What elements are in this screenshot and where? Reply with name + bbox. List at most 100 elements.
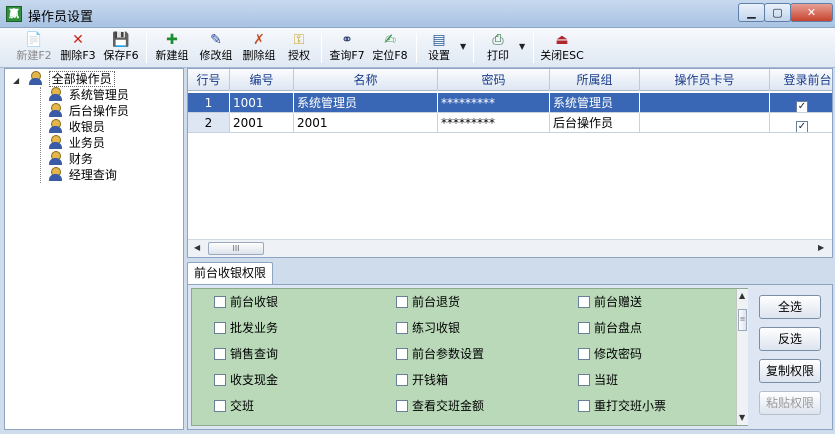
table-row[interactable]: 2 2001 2001 ********* 后台操作员 ✓ — [188, 113, 832, 133]
select-all-button[interactable]: 全选 — [759, 295, 821, 319]
permission-checkbox[interactable] — [214, 322, 226, 334]
delete-button[interactable]: ✕ 删除F3 — [58, 30, 98, 66]
col-header-name[interactable]: 名称 — [294, 69, 438, 91]
new-group-button[interactable]: ✚ 新建组 — [152, 30, 192, 66]
user-icon — [47, 103, 65, 117]
permission-item[interactable]: 前台参数设置 — [396, 345, 484, 363]
permission-label: 批发业务 — [230, 321, 279, 335]
scroll-up-arrow-icon[interactable]: ▲ — [739, 291, 745, 300]
close-button[interactable]: ⏏ 关闭ESC — [540, 30, 584, 66]
permission-checkbox[interactable] — [578, 296, 590, 308]
settings-window-icon: ▤ — [432, 32, 446, 48]
permission-checkbox[interactable] — [396, 400, 408, 412]
permission-item[interactable]: 前台收银 — [214, 293, 278, 311]
tab-pos-cashier-permissions[interactable]: 前台收银权限 — [187, 262, 273, 284]
permission-item[interactable]: 当班 — [578, 371, 618, 389]
col-header-login[interactable]: 登录前台 — [770, 69, 832, 91]
permission-label: 前台赠送 — [594, 295, 643, 309]
col-header-group[interactable]: 所属组 — [550, 69, 640, 91]
invert-selection-button[interactable]: 反选 — [759, 327, 821, 351]
permission-item[interactable]: 查看交班金额 — [396, 397, 484, 415]
permission-checkbox[interactable] — [578, 348, 590, 360]
settings-button[interactable]: ▤ 设置 — [424, 30, 454, 66]
close-window-button[interactable]: ✕ — [790, 3, 833, 22]
permission-checkbox[interactable] — [214, 348, 226, 360]
permission-checkbox[interactable] — [396, 322, 408, 334]
col-header-password[interactable]: 密码 — [438, 69, 550, 91]
window-title: 操作员设置 — [28, 10, 94, 25]
operator-tree: ◢ 全部操作员 系统管理员 后台操作员 收银员 业务员 财务 经理查询 — [4, 68, 184, 430]
query-button[interactable]: ⚭ 查询F7 — [327, 30, 367, 66]
new-button[interactable]: 📄 新建F2 — [14, 30, 54, 66]
group-people-icon — [27, 71, 45, 85]
print-dropdown-arrow-icon[interactable]: ▼ — [519, 42, 525, 51]
permission-checkbox[interactable] — [396, 374, 408, 386]
toolbar-separator — [473, 33, 474, 63]
permission-item[interactable]: 销售查询 — [214, 345, 278, 363]
horizontal-scrollbar[interactable]: ◀ III ▶ — [188, 239, 832, 257]
minimize-button[interactable]: ▁ — [738, 3, 765, 22]
col-header-card[interactable]: 操作员卡号 — [640, 69, 770, 91]
permission-checkbox[interactable] — [578, 374, 590, 386]
print-button[interactable]: ⎙ 打印 — [484, 30, 512, 66]
login-checkbox[interactable]: ✓ — [796, 121, 808, 132]
permission-item[interactable]: 交班 — [214, 397, 254, 415]
vertical-scrollbar[interactable]: ▲ ≡ ▼ — [736, 289, 748, 425]
collapse-triangle-icon[interactable]: ◢ — [13, 73, 23, 89]
grid-header: 行号 编号 名称 密码 所属组 操作员卡号 登录前台 — [188, 69, 832, 91]
scroll-right-arrow-icon[interactable]: ▶ — [818, 243, 824, 252]
exit-door-icon: ⏏ — [555, 32, 569, 48]
scroll-down-arrow-icon[interactable]: ▼ — [739, 413, 745, 422]
col-header-rownum[interactable]: 行号 — [188, 69, 230, 91]
key-icon: ⚿ — [293, 32, 305, 48]
permission-label: 前台退货 — [412, 295, 461, 309]
permission-checkbox[interactable] — [578, 400, 590, 412]
permission-item[interactable]: 重打交班小票 — [578, 397, 666, 415]
permission-label: 销售查询 — [230, 347, 279, 361]
save-button[interactable]: 💾 保存F6 — [101, 30, 141, 66]
permission-label: 重打交班小票 — [594, 399, 667, 413]
tree-item-manager-query[interactable]: 经理查询 — [47, 167, 117, 183]
scroll-thumb[interactable]: III — [208, 242, 264, 255]
paste-permissions-button[interactable]: 粘贴权限 — [759, 391, 821, 415]
permission-label: 收支现金 — [230, 373, 279, 387]
permission-item[interactable]: 前台盘点 — [578, 319, 642, 337]
permission-checkbox[interactable] — [578, 322, 590, 334]
tree-item-backend-operator[interactable]: 后台操作员 — [47, 103, 129, 119]
scroll-left-arrow-icon[interactable]: ◀ — [194, 243, 200, 252]
new-document-icon: 📄 — [25, 32, 43, 48]
permission-item[interactable]: 批发业务 — [214, 319, 278, 337]
permission-checkbox[interactable] — [396, 348, 408, 360]
tree-item-system-admin[interactable]: 系统管理员 — [47, 87, 129, 103]
permission-item[interactable]: 收支现金 — [214, 371, 278, 389]
permission-item[interactable]: 前台退货 — [396, 293, 460, 311]
permission-checkbox[interactable] — [214, 400, 226, 412]
delete-group-button[interactable]: ✗ 删除组 — [239, 30, 279, 66]
tree-root-all-operators[interactable]: ◢ 全部操作员 — [13, 71, 115, 87]
permission-checkbox[interactable] — [214, 374, 226, 386]
settings-dropdown-arrow-icon[interactable]: ▼ — [460, 42, 466, 51]
permission-item[interactable]: 练习收银 — [396, 319, 460, 337]
locate-button[interactable]: ✍ 定位F8 — [370, 30, 410, 66]
tree-connector-line — [40, 87, 41, 183]
login-checkbox[interactable]: ✓ — [796, 101, 808, 112]
user-icon — [47, 119, 65, 133]
permission-item[interactable]: 开钱箱 — [396, 371, 448, 389]
permission-item[interactable]: 前台赠送 — [578, 293, 642, 311]
permission-label: 开钱箱 — [412, 373, 449, 387]
tree-item-salesperson[interactable]: 业务员 — [47, 135, 105, 151]
permission-label: 修改密码 — [594, 347, 643, 361]
tree-item-finance[interactable]: 财务 — [47, 151, 93, 167]
table-row[interactable]: 1 1001 系统管理员 ********* 系统管理员 ✓ — [188, 93, 832, 113]
tree-item-cashier[interactable]: 收银员 — [47, 119, 105, 135]
locate-pen-icon: ✍ — [384, 32, 396, 48]
copy-permissions-button[interactable]: 复制权限 — [759, 359, 821, 383]
authorize-button[interactable]: ⚿ 授权 — [285, 30, 313, 66]
maximize-button[interactable]: ▢ — [764, 3, 791, 22]
permission-checkbox[interactable] — [214, 296, 226, 308]
scroll-thumb[interactable]: ≡ — [738, 309, 747, 331]
permission-checkbox[interactable] — [396, 296, 408, 308]
col-header-code[interactable]: 编号 — [230, 69, 294, 91]
permission-item[interactable]: 修改密码 — [578, 345, 642, 363]
edit-group-button[interactable]: ✎ 修改组 — [196, 30, 236, 66]
